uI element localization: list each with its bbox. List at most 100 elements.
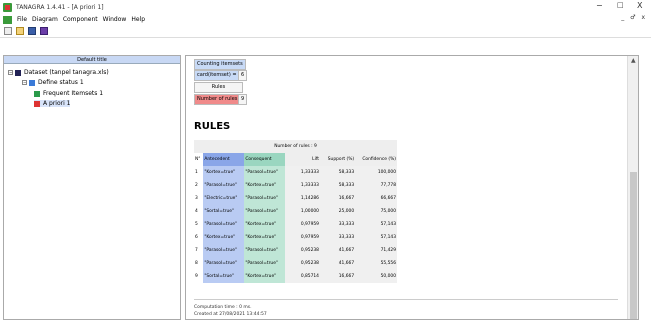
rule-number: 6: [195, 235, 198, 240]
rule-lift: 0,95238: [284, 244, 320, 257]
maximize-button[interactable]: □: [617, 1, 624, 9]
number-of-rules-value: 9: [238, 94, 248, 105]
menu-bar: File Diagram Component Window Help: [0, 14, 651, 25]
save-icon[interactable]: [28, 27, 36, 35]
rule-consequent: "Parasol=true": [244, 192, 285, 205]
col-header-lift: Lift: [284, 153, 320, 166]
collapse-icon[interactable]: −: [22, 80, 27, 85]
rule-antecedent: "Sortal=true": [203, 270, 245, 283]
rule-number: 1: [195, 170, 198, 175]
menu-help[interactable]: Help: [131, 16, 145, 23]
col-header-support: Support (%): [319, 153, 356, 166]
document-icon: [3, 15, 12, 24]
rule-support: 33,333: [319, 218, 356, 231]
scrollbar-thumb[interactable]: [630, 172, 637, 319]
rule-confidence: 66,667: [355, 192, 397, 205]
diagram-tree-panel: Default title − Dataset (tanpel tanagra.…: [3, 55, 181, 320]
rule-consequent: "Kortex=true": [244, 218, 285, 231]
computation-time: Computation time : 0 ms.: [194, 305, 252, 310]
rule-consequent: "Kortex=true": [244, 270, 285, 283]
apriori-icon: [34, 100, 40, 107]
results-panel: Counting itemsets card(itemset) = 2 6 Ru…: [185, 55, 639, 320]
rule-support: 25,000: [319, 205, 356, 218]
menu-diagram[interactable]: Diagram: [32, 16, 58, 23]
menu-component[interactable]: Component: [63, 16, 98, 23]
rule-support: 41,667: [319, 257, 356, 270]
rule-confidence: 77,778: [355, 179, 397, 192]
rule-support: 58,333: [319, 179, 356, 192]
rule-support: 33,333: [319, 231, 356, 244]
panel-header: Default title: [4, 56, 180, 64]
rule-antecedent: "Parasol=true": [203, 244, 245, 257]
minimize-button[interactable]: −: [596, 1, 603, 10]
rule-antecedent: "Electric=true": [203, 192, 245, 205]
rule-antecedent: "Parasol=true": [203, 257, 245, 270]
mdi-window-controls[interactable]: _ ♂ x: [621, 14, 647, 21]
rule-consequent: "Kortex=true": [244, 179, 285, 192]
tree-item-frequent-itemsets[interactable]: Frequent Itemsets 1: [34, 90, 103, 97]
col-header-antecedent: Antecedent: [203, 153, 245, 166]
rule-antecedent: "Kortex=true": [203, 231, 245, 244]
vertical-scrollbar[interactable]: ▲: [627, 56, 638, 319]
col-header-consequent: Consequent: [244, 153, 285, 166]
table-row: 3 "Electric=true" "Parasol=true" 1,14286…: [194, 192, 397, 205]
window-title: TANAGRA 1.4.41 - [A priori 1]: [16, 3, 104, 11]
rule-lift: 1,00000: [284, 205, 320, 218]
rule-antecedent: "Kortex=true": [203, 166, 245, 179]
table-row: 6 "Kortex=true" "Kortex=true" 0,97959 33…: [194, 231, 397, 244]
rule-consequent: "Parasol=true": [244, 244, 285, 257]
rule-confidence: 57,143: [355, 218, 397, 231]
tree-item-dataset[interactable]: − Dataset (tanpel tanagra.xls): [8, 69, 109, 76]
rule-number: 3: [195, 196, 198, 201]
table-caption: Number of rules : 9: [194, 140, 397, 153]
tree-item-a-priori[interactable]: A priori 1: [34, 100, 71, 107]
rule-lift: 0,97959: [284, 231, 320, 244]
created-at: Created at 27/08/2021 13:44:57: [194, 312, 267, 317]
rule-lift: 1,33333: [284, 179, 320, 192]
rule-support: 58,333: [319, 166, 356, 179]
rule-consequent: "Kortex=true": [244, 231, 285, 244]
table-row: 8 "Parasol=true" "Parasol=true" 0,95238 …: [194, 257, 397, 270]
table-row: 2 "Parasol=true" "Kortex=true" 1,33333 5…: [194, 179, 397, 192]
execute-icon[interactable]: [40, 27, 48, 35]
tree-item-define-status[interactable]: − Define status 1: [22, 79, 84, 86]
collapse-icon[interactable]: −: [8, 70, 13, 75]
rule-confidence: 71,429: [355, 244, 397, 257]
close-button[interactable]: X: [637, 1, 642, 10]
rules-title: RULES: [194, 121, 231, 132]
rule-confidence: 100,000: [355, 166, 397, 179]
title-bar: TANAGRA 1.4.41 - [A priori 1]: [0, 0, 651, 14]
table-row: 1 "Kortex=true" "Parasol=true" 1,33333 5…: [194, 166, 397, 179]
rules-label: Rules: [194, 82, 243, 93]
rule-antecedent: "Parasol=true": [203, 218, 245, 231]
rule-antecedent: "Parasol=true": [203, 179, 245, 192]
table-row: 7 "Parasol=true" "Parasol=true" 0,95238 …: [194, 244, 397, 257]
rule-number: 4: [195, 209, 198, 214]
open-folder-icon[interactable]: [16, 27, 24, 35]
tree-item-label: Frequent Itemsets 1: [43, 90, 104, 97]
new-file-icon[interactable]: [4, 27, 12, 35]
menu-window[interactable]: Window: [103, 16, 127, 23]
rule-confidence: 55,556: [355, 257, 397, 270]
card-itemset-label: card(itemset) = 2: [194, 70, 245, 81]
toolbar: [0, 25, 651, 38]
rule-consequent: "Parasol=true": [244, 166, 285, 179]
col-header-number: N°: [194, 153, 204, 166]
rule-support: 41,667: [319, 244, 356, 257]
rule-number: 2: [195, 183, 198, 188]
rule-number: 9: [195, 274, 198, 279]
rules-table: Number of rules : 9 N° Antecedent Conseq…: [194, 140, 397, 283]
number-of-rules-label: Number of rules: [194, 94, 241, 105]
scroll-up-icon[interactable]: ▲: [631, 57, 636, 64]
menu-file[interactable]: File: [17, 16, 27, 23]
table-icon: [15, 69, 21, 76]
rule-consequent: "Parasol=true": [244, 257, 285, 270]
rule-confidence: 75,000: [355, 205, 397, 218]
rule-number: 8: [195, 261, 198, 266]
tree-item-label: Dataset (tanpel tanagra.xls): [24, 69, 109, 76]
card-itemset-value: 6: [238, 70, 248, 81]
rule-support: 16,667: [319, 270, 356, 283]
table-row: 5 "Parasol=true" "Kortex=true" 0,97959 3…: [194, 218, 397, 231]
rule-confidence: 50,000: [355, 270, 397, 283]
rule-lift: 1,33333: [284, 166, 320, 179]
